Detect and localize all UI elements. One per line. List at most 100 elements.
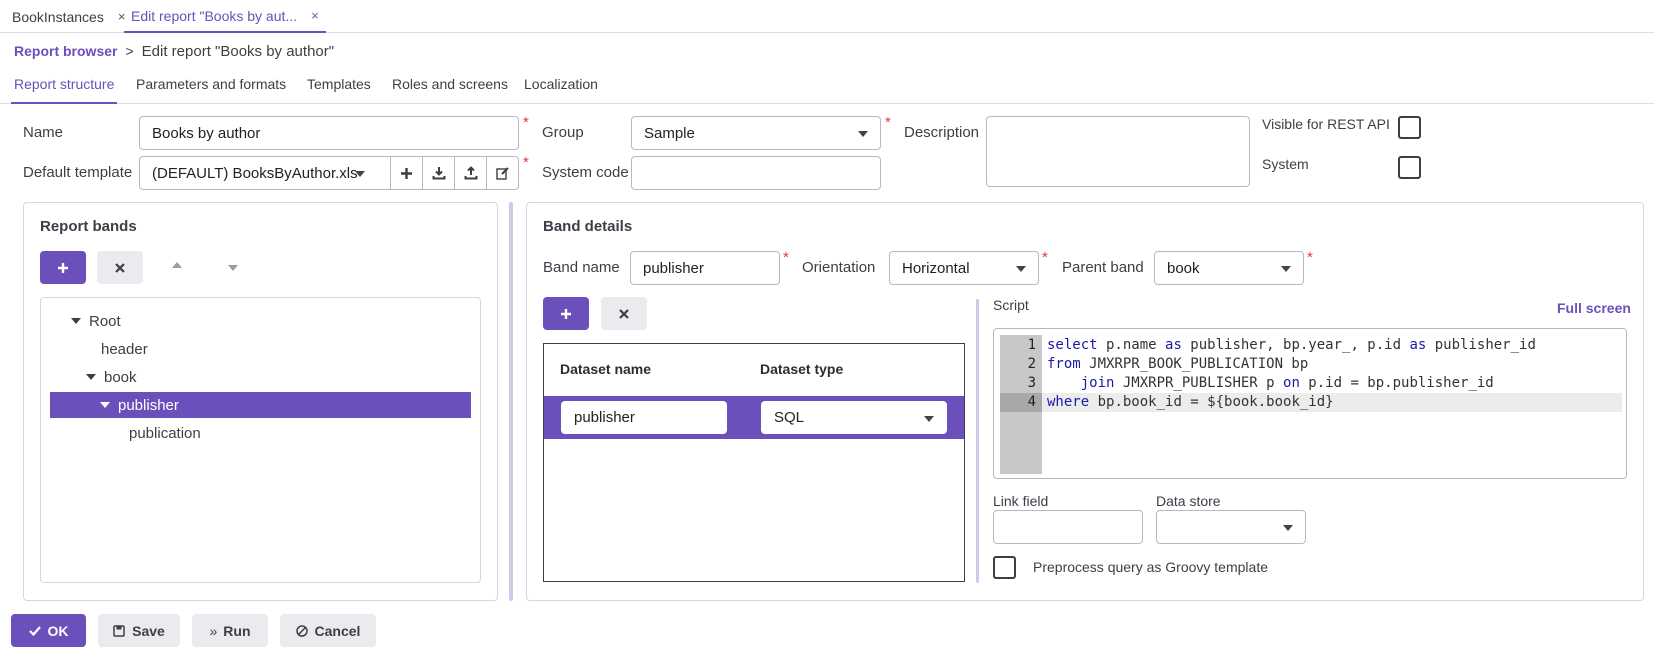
visible-rest-checkbox[interactable] xyxy=(1398,116,1421,139)
download-icon xyxy=(432,167,445,180)
script-splitter-handle[interactable] xyxy=(976,299,979,583)
remove-dataset-button[interactable] xyxy=(601,297,647,330)
tree-node-label: publisher xyxy=(118,396,179,414)
col-header-dataset-type: Dataset type xyxy=(760,361,844,377)
data-store-label: Data store xyxy=(1156,493,1221,509)
line-number: 2 xyxy=(1027,356,1036,372)
tab-label: Edit report "Books by aut... xyxy=(131,7,298,24)
required-mark: * xyxy=(783,249,789,266)
group-label: Group xyxy=(542,124,584,141)
run-icon: » xyxy=(209,622,218,639)
data-store-select[interactable] xyxy=(1156,510,1306,544)
parent-band-value: book xyxy=(1167,259,1200,277)
save-icon xyxy=(113,624,125,637)
dataset-name-input[interactable]: publisher xyxy=(561,401,727,434)
upload-template-button[interactable] xyxy=(454,157,486,189)
line-numbers: 1 2 3 4 xyxy=(1000,336,1036,412)
chevron-down-icon xyxy=(924,416,934,422)
code-line-2: from JMXRPR_BOOK_PUBLICATION bp xyxy=(1047,356,1309,372)
system-code-label: System code xyxy=(542,164,629,181)
cancel-button[interactable]: Cancel xyxy=(280,614,376,647)
tab-edit-report[interactable]: Edit report "Books by aut... × xyxy=(124,0,326,33)
tab-localization[interactable]: Localization xyxy=(524,76,598,104)
cancel-label: Cancel xyxy=(314,622,361,639)
tab-roles-screens[interactable]: Roles and screens xyxy=(392,76,508,104)
tree-node-label: Root xyxy=(89,312,121,330)
plus-icon xyxy=(561,308,571,319)
orientation-select[interactable]: Horizontal xyxy=(889,251,1039,285)
script-code[interactable]: select p.name as publisher, bp.year_, p.… xyxy=(1047,336,1536,412)
chevron-down-icon[interactable] xyxy=(71,318,81,324)
splitter-handle[interactable] xyxy=(509,202,513,601)
required-mark: * xyxy=(1042,249,1048,266)
save-label: Save xyxy=(132,622,165,639)
system-code-input[interactable] xyxy=(631,156,881,190)
upload-icon xyxy=(464,166,477,180)
tree-node-book[interactable]: book xyxy=(86,364,137,390)
ok-button[interactable]: OK xyxy=(11,614,86,647)
tab-parameters-formats[interactable]: Parameters and formats xyxy=(136,76,286,104)
default-template-value: (DEFAULT) BooksByAuthor.xls xyxy=(152,164,358,182)
link-field-label: Link field xyxy=(993,493,1049,509)
breadcrumb-current: Edit report "Books by author" xyxy=(141,42,335,60)
dataset-type-select[interactable]: SQL xyxy=(761,401,947,434)
create-template-button[interactable] xyxy=(390,157,422,189)
parent-band-select[interactable]: book xyxy=(1154,251,1304,285)
preprocess-checkbox[interactable] xyxy=(993,556,1016,579)
tree-node-publisher[interactable]: publisher xyxy=(50,392,471,418)
script-label: Script xyxy=(993,297,1029,313)
edit-icon xyxy=(495,167,509,180)
tab-report-structure[interactable]: Report structure xyxy=(11,76,118,104)
chevron-down-icon xyxy=(1283,525,1293,531)
tree-node-root[interactable]: Root xyxy=(71,308,121,334)
chevron-down-icon xyxy=(858,131,868,137)
description-textarea[interactable] xyxy=(986,116,1250,187)
code-line-3: join JMXRPR_PUBLISHER p on p.id = bp.pub… xyxy=(1080,375,1494,391)
add-band-button[interactable] xyxy=(40,251,86,284)
required-mark: * xyxy=(885,114,891,131)
name-input[interactable]: Books by author xyxy=(139,116,519,150)
script-editor[interactable]: 1 2 3 4 select p.name as publisher, bp.y… xyxy=(993,328,1627,479)
tree-node-header[interactable]: header xyxy=(101,336,148,362)
link-field-input[interactable] xyxy=(993,510,1143,544)
required-mark: * xyxy=(1307,249,1313,266)
full-screen-link[interactable]: Full screen xyxy=(1557,300,1631,316)
line-number: 4 xyxy=(1027,394,1036,410)
band-name-input[interactable]: publisher xyxy=(630,251,780,285)
ok-label: OK xyxy=(47,622,69,639)
chevron-down-icon xyxy=(1281,266,1291,272)
chevron-down-icon[interactable] xyxy=(355,171,365,177)
run-label: Run xyxy=(223,622,251,639)
remove-band-button[interactable] xyxy=(97,251,143,284)
close-icon[interactable]: × xyxy=(311,8,319,23)
edit-template-button[interactable] xyxy=(486,157,518,189)
line-number: 1 xyxy=(1027,337,1036,353)
plus-icon xyxy=(401,167,412,179)
tab-templates[interactable]: Templates xyxy=(307,76,371,104)
breadcrumb-report-browser-link[interactable]: Report browser xyxy=(14,43,117,59)
tab-bookinstances[interactable]: BookInstances × xyxy=(12,0,125,33)
check-icon xyxy=(28,625,41,636)
report-bands-title: Report bands xyxy=(40,218,137,235)
code-line-4: where bp.book_id = ${book.book_id} xyxy=(1047,394,1334,410)
chevron-down-icon[interactable] xyxy=(100,402,110,408)
tree-node-publication[interactable]: publication xyxy=(129,420,201,446)
orientation-label: Orientation xyxy=(802,259,876,276)
chevron-down-icon[interactable] xyxy=(86,374,96,380)
name-label: Name xyxy=(23,124,64,141)
group-select[interactable]: Sample xyxy=(631,116,881,150)
download-template-button[interactable] xyxy=(422,157,454,189)
move-down-icon[interactable] xyxy=(228,265,238,271)
add-dataset-button[interactable] xyxy=(543,297,589,330)
line-number: 3 xyxy=(1027,375,1036,391)
save-button[interactable]: Save xyxy=(98,614,180,647)
tree-node-label: book xyxy=(104,368,137,386)
close-icon xyxy=(115,262,125,273)
system-checkbox[interactable] xyxy=(1398,156,1421,179)
col-header-dataset-name: Dataset name xyxy=(560,361,652,377)
move-up-icon[interactable] xyxy=(172,262,182,268)
run-button[interactable]: » Run xyxy=(192,614,268,647)
required-mark: * xyxy=(523,114,529,131)
parent-band-label: Parent band xyxy=(1062,259,1144,276)
chevron-down-icon xyxy=(1016,266,1026,272)
